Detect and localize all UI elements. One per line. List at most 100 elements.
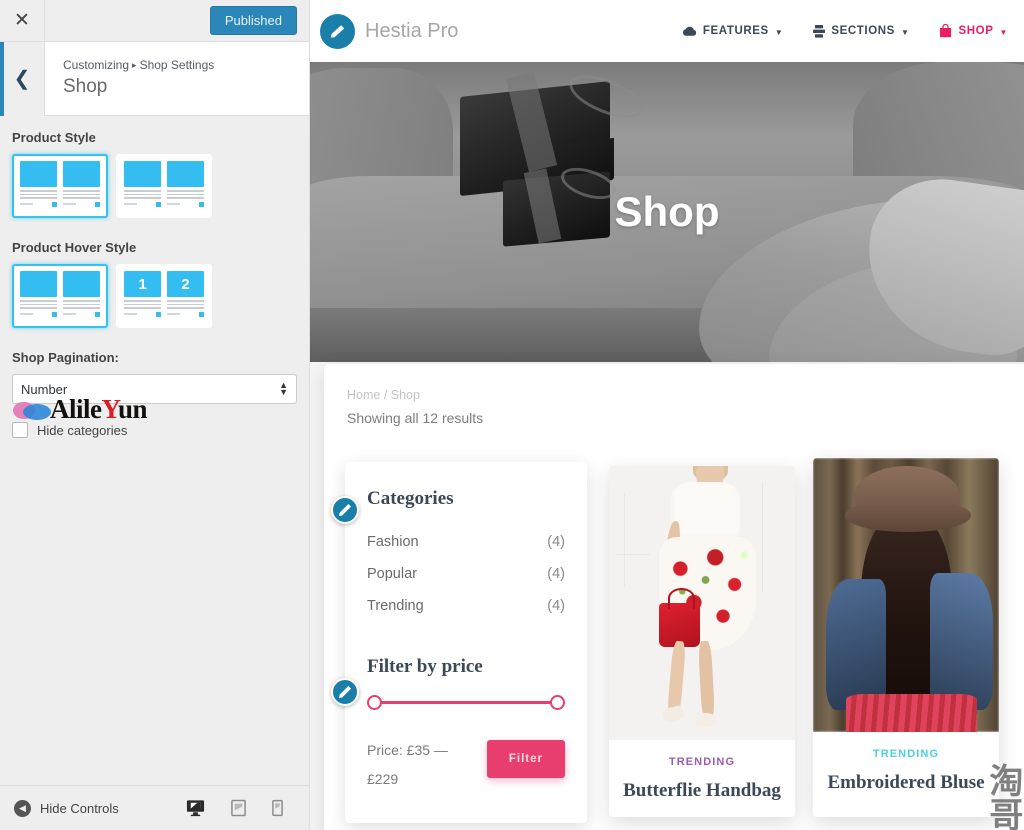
product-name[interactable]: Butterflie Handbag (609, 778, 795, 803)
shop-pagination-select[interactable]: Number (12, 374, 297, 404)
product-hover-style-option-2[interactable]: 1 2 (116, 264, 212, 328)
nav-label: Features (702, 25, 769, 37)
category-count: (4) (547, 598, 565, 614)
customizer-footer: ◀ Hide Controls (0, 785, 309, 830)
nav-item-features[interactable]: Features ▼ (682, 25, 783, 37)
edit-price-filter-widget-icon[interactable] (331, 678, 359, 706)
chevron-down-icon: ▼ (774, 27, 784, 37)
thumb-lines (63, 300, 100, 311)
thumb-image (63, 161, 100, 187)
publish-button[interactable]: Published (209, 5, 297, 36)
filter-button[interactable]: Filter (486, 740, 565, 778)
shop-grid: Categories Fashion (4) Popular (4) Trend… (324, 426, 1024, 823)
product-name[interactable]: Embroidered Bluse (813, 770, 999, 795)
category-label: Fashion (367, 534, 419, 550)
product-image (813, 458, 999, 732)
product-hover-style-option-1[interactable] (12, 264, 108, 328)
layout-icon (813, 24, 826, 38)
product-list: Trending Butterflie Handbag (609, 458, 999, 818)
price-range-slider[interactable] (367, 694, 565, 710)
thumb-column: 2 (167, 271, 204, 321)
nav-label: Sections (831, 25, 895, 37)
customizer-topbar: ✕ Published (0, 0, 309, 42)
nav-item-shop[interactable]: Shop ▼ (939, 24, 1008, 38)
slider-handle-max[interactable] (550, 695, 565, 710)
category-item[interactable]: Trending (4) (367, 590, 565, 622)
thumb-column (124, 161, 161, 211)
thumb-footer (63, 311, 100, 317)
product-style-options (12, 154, 297, 218)
chevron-left-circle-icon: ◀ (14, 799, 31, 817)
product-hover-style-options: 1 2 (12, 264, 297, 328)
site-brand[interactable]: Hestia Pro (320, 13, 459, 49)
thumb-image (167, 161, 204, 187)
edit-categories-widget-icon[interactable] (331, 496, 359, 524)
thumb-footer (20, 201, 57, 207)
hide-categories-label: Hide categories (37, 422, 128, 438)
product-card[interactable]: Trending Butterflie Handbag (609, 466, 795, 818)
customizer-panel: ✕ Published ❮ Customizing ▸ Shop Settings … (0, 0, 310, 830)
hero-banner: Shop (310, 62, 1024, 362)
shop-breadcrumb[interactable]: Home / Shop (324, 388, 1024, 410)
thumb-lines (167, 300, 204, 311)
nav-label: Shop (958, 25, 994, 37)
category-count: (4) (547, 534, 565, 550)
category-item[interactable]: Popular (4) (367, 558, 565, 590)
thumb-column (20, 271, 57, 321)
thumb-lines (63, 190, 100, 201)
breadcrumb-current: Shop Settings (139, 58, 215, 73)
thumb-column: 1 (124, 271, 161, 321)
hide-categories-checkbox[interactable] (12, 422, 28, 438)
product-tag[interactable]: Trending (813, 748, 999, 760)
desktop-preview-icon[interactable] (186, 799, 205, 817)
category-count: (4) (547, 566, 565, 582)
cloud-icon (682, 26, 697, 36)
hide-categories-row[interactable]: Hide categories (12, 422, 297, 438)
thumb-footer (167, 201, 204, 207)
thumb-footer (124, 311, 161, 317)
hide-controls-button[interactable]: ◀ Hide Controls (14, 799, 119, 817)
breadcrumb-separator-icon: ▸ (132, 60, 137, 71)
product-style-option-2[interactable] (116, 154, 212, 218)
product-style-option-1[interactable] (12, 154, 108, 218)
thumb-footer (63, 201, 100, 207)
panel-accent-bar (0, 42, 4, 116)
thumb-footer (20, 311, 57, 317)
product-style-label: Product Style (12, 130, 96, 145)
customizer-screen: ✕ Published ❮ Customizing ▸ Shop Settings … (0, 0, 1024, 830)
thumb-lines (20, 300, 57, 311)
mobile-preview-icon[interactable] (272, 799, 283, 817)
shop-pagination-label: Shop Pagination: (12, 350, 119, 365)
shop-content-panel: Home / Shop Showing all 12 results Categ… (324, 364, 1024, 830)
slider-handle-min[interactable] (367, 695, 382, 710)
hero-title: Shop (614, 188, 720, 235)
thumb-lines (124, 300, 161, 311)
nav-item-sections[interactable]: Sections ▼ (813, 24, 910, 38)
thumb-footer (167, 311, 204, 317)
widget-categories: Categories Fashion (4) Popular (4) Trend… (367, 488, 565, 622)
widget-price-filter: Filter by price Price: £35 — £229 Filter (367, 656, 565, 795)
breadcrumb: Customizing ▸ Shop Settings (63, 56, 214, 74)
chevron-down-icon: ▼ (900, 27, 910, 37)
category-item[interactable]: Fashion (4) (367, 526, 565, 558)
brand-name: Hestia Pro (365, 19, 459, 42)
hide-controls-label: Hide Controls (40, 800, 119, 816)
slider-track (375, 701, 557, 704)
chevron-left-icon[interactable]: ❮ (0, 41, 45, 116)
product-hover-style-label: Product Hover Style (12, 240, 137, 255)
thumb-column (20, 161, 57, 211)
thumb-lines (124, 190, 161, 201)
device-preview-group (186, 799, 295, 817)
tablet-preview-icon[interactable] (231, 799, 246, 817)
page-title: Shop (63, 76, 108, 98)
site-header: Hestia Pro Features ▼ Sections ▼ Shop ▼ (310, 0, 1024, 62)
price-range-text: Price: £35 — £229 (367, 742, 448, 788)
thumb-image (20, 161, 57, 187)
close-icon[interactable]: ✕ (0, 0, 45, 42)
thumb-image (20, 271, 57, 297)
result-count: Showing all 12 results (347, 410, 484, 426)
thumb-column (167, 161, 204, 211)
product-tag[interactable]: Trending (609, 756, 795, 768)
breadcrumb-root[interactable]: Customizing (63, 58, 129, 72)
product-card[interactable]: Trending Embroidered Bluse (813, 458, 999, 818)
